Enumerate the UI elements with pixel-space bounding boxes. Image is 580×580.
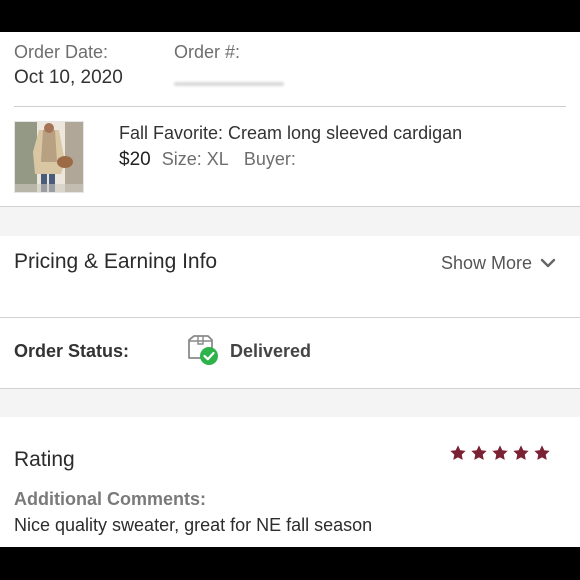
listing-item[interactable]: Fall Favorite: Cream long sleeved cardig… <box>0 108 580 206</box>
rating-title: Rating <box>14 448 75 471</box>
size-value: XL <box>206 149 229 169</box>
pricing-title: Pricing & Earning Info <box>14 250 218 273</box>
pricing-section[interactable]: Pricing & Earning Info Show More <box>0 236 580 317</box>
package-delivered-icon <box>186 334 220 371</box>
section-gap <box>0 389 580 417</box>
listing-thumbnail[interactable] <box>14 121 84 193</box>
size-label: Size: <box>161 149 202 169</box>
order-details-screen: Order Date: Oct 10, 2020 Order #: Fall F… <box>0 32 580 547</box>
show-more-label: Show More <box>440 253 532 273</box>
bottom-black-bar <box>0 547 580 580</box>
star-icon <box>492 445 508 460</box>
additional-comments-label: Additional Comments: <box>14 489 206 509</box>
listing-title[interactable]: Fall Favorite: Cream long sleeved cardig… <box>119 123 462 144</box>
order-number-label: Order #: <box>174 42 241 62</box>
star-icon <box>534 445 550 460</box>
order-date-label: Order Date: <box>14 42 109 62</box>
section-gap <box>0 207 580 236</box>
chevron-down-icon <box>540 253 556 274</box>
top-black-bar <box>0 0 580 32</box>
order-status-label: Order Status: <box>14 341 130 361</box>
order-number-redacted <box>174 82 284 86</box>
rating-stars <box>449 444 551 462</box>
star-icon <box>471 445 487 460</box>
listing-meta: $20 Size: XL Buyer: <box>119 149 296 171</box>
order-header: Order Date: Oct 10, 2020 Order #: <box>0 32 580 107</box>
listing-price: $20 <box>119 149 151 170</box>
header-divider <box>14 106 566 107</box>
rating-section: Rating Additional Comments: Nice quality… <box>0 417 580 547</box>
star-icon <box>513 445 529 460</box>
show-more-button[interactable]: Show More <box>441 253 556 274</box>
buyer-label: Buyer: <box>243 149 296 169</box>
order-status-value: Delivered <box>230 341 312 361</box>
order-status-section: Order Status: Delivered <box>0 318 580 388</box>
additional-comments-text: Nice quality sweater, great for NE fall … <box>14 515 373 535</box>
star-icon <box>450 445 466 460</box>
order-date-value: Oct 10, 2020 <box>14 67 123 88</box>
